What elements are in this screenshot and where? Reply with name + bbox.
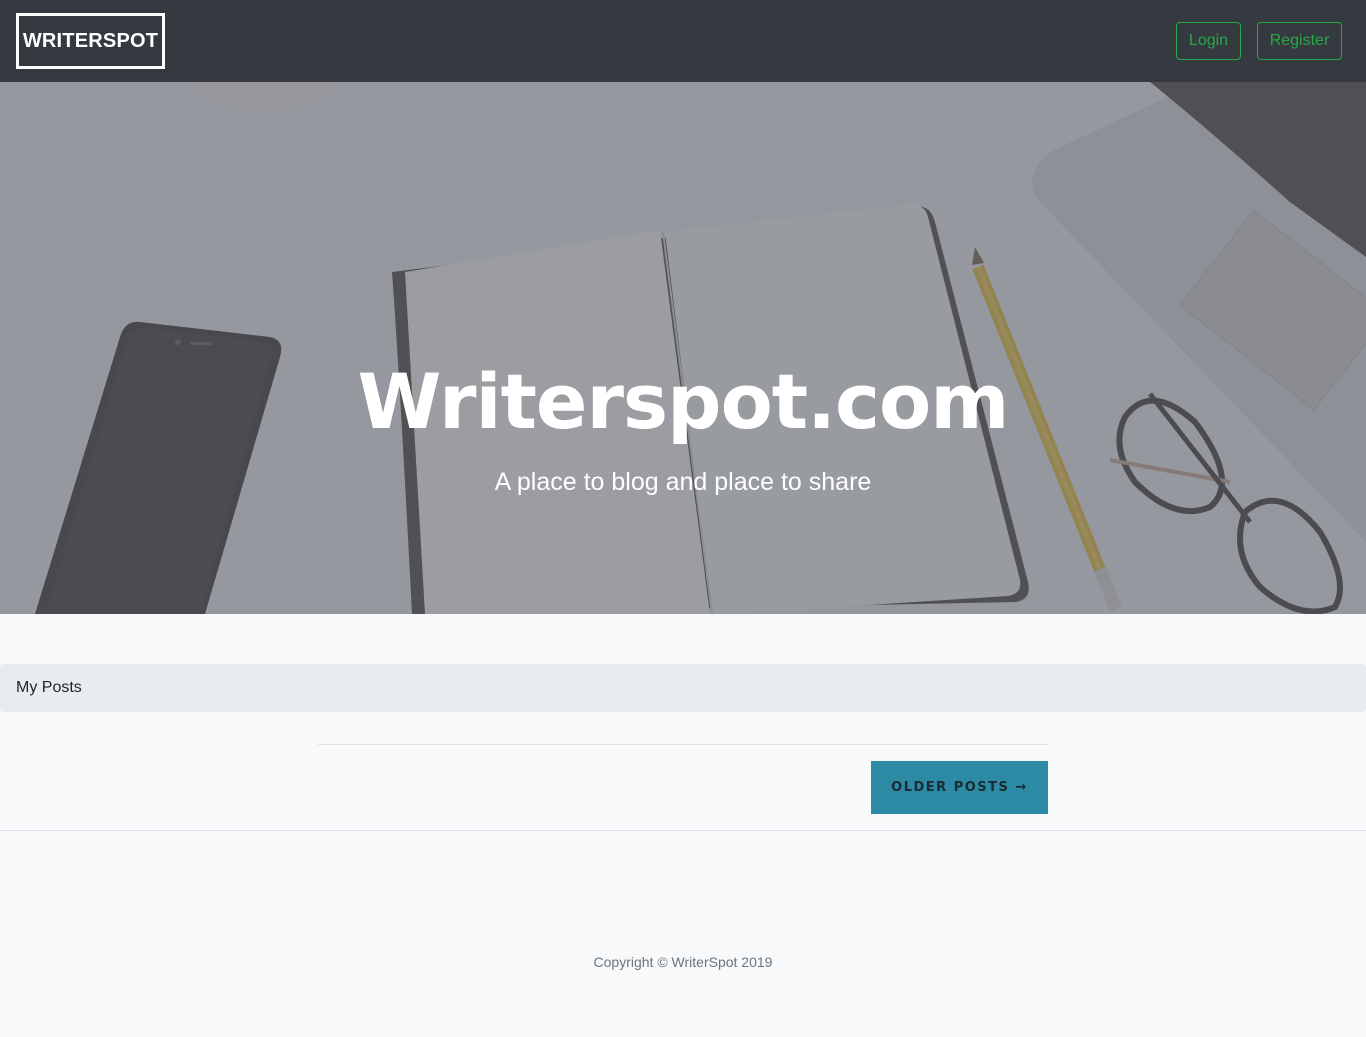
hero-banner: Writerspot.com A place to blog and place… xyxy=(0,82,1366,614)
footer-divider xyxy=(0,830,1366,831)
my-posts-header: My Posts xyxy=(0,664,1366,712)
hero-background-image xyxy=(0,82,1366,614)
posts-divider xyxy=(318,744,1048,745)
older-posts-button[interactable]: OLDER POSTS → xyxy=(871,761,1048,814)
login-button[interactable]: Login xyxy=(1176,22,1241,60)
hero-title: Writerspot.com xyxy=(357,357,1010,446)
copyright-text: Copyright © WriterSpot 2019 xyxy=(593,954,773,970)
register-button[interactable]: Register xyxy=(1257,22,1342,60)
navbar: WRITERSPOT Login Register xyxy=(0,0,1366,82)
brand-logo[interactable]: WRITERSPOT xyxy=(16,13,165,69)
hero-subtitle: A place to blog and place to share xyxy=(494,468,872,496)
